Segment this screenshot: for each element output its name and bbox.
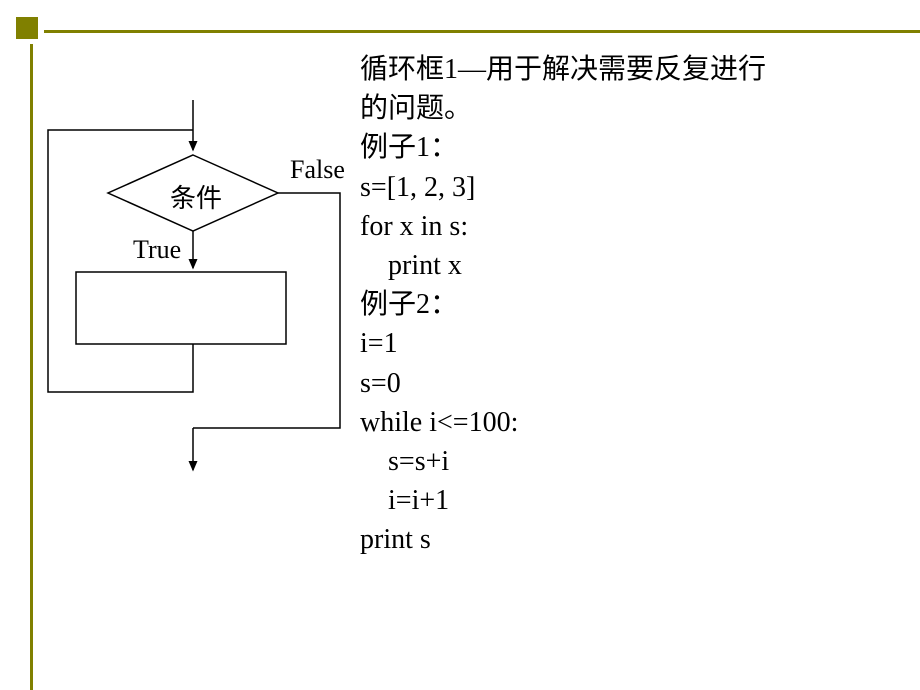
title-line2: 的问题。	[360, 89, 910, 128]
example2-line2: s=0	[360, 364, 910, 403]
example2-line6: print s	[360, 520, 910, 559]
example2-line4: s=s+i	[360, 442, 910, 481]
border-corner	[16, 17, 38, 39]
example2-line5: i=i+1	[360, 481, 910, 520]
condition-label: 条件	[170, 178, 222, 215]
flowchart-diagram: 条件 True False	[30, 100, 370, 480]
example2-line3: while i<=100:	[360, 403, 910, 442]
title-line1: 循环框1—用于解决需要反复进行	[360, 50, 910, 89]
example2-header: 例子2：	[360, 285, 910, 324]
false-path-line	[193, 193, 340, 428]
process-box	[76, 272, 286, 344]
true-label: True	[133, 235, 181, 265]
example1-line2: for x in s:	[360, 207, 910, 246]
example1-header: 例子1：	[360, 128, 910, 167]
example1-line3: print x	[360, 246, 910, 285]
slide-container: 条件 True False 循环框1—用于解决需要反复进行 的问题。 例子1： …	[0, 0, 920, 690]
text-content: 循环框1—用于解决需要反复进行 的问题。 例子1： s=[1, 2, 3] fo…	[360, 50, 910, 559]
false-label: False	[290, 155, 345, 185]
border-top	[44, 30, 920, 33]
example2-line1: i=1	[360, 324, 910, 363]
example1-line1: s=[1, 2, 3]	[360, 168, 910, 207]
